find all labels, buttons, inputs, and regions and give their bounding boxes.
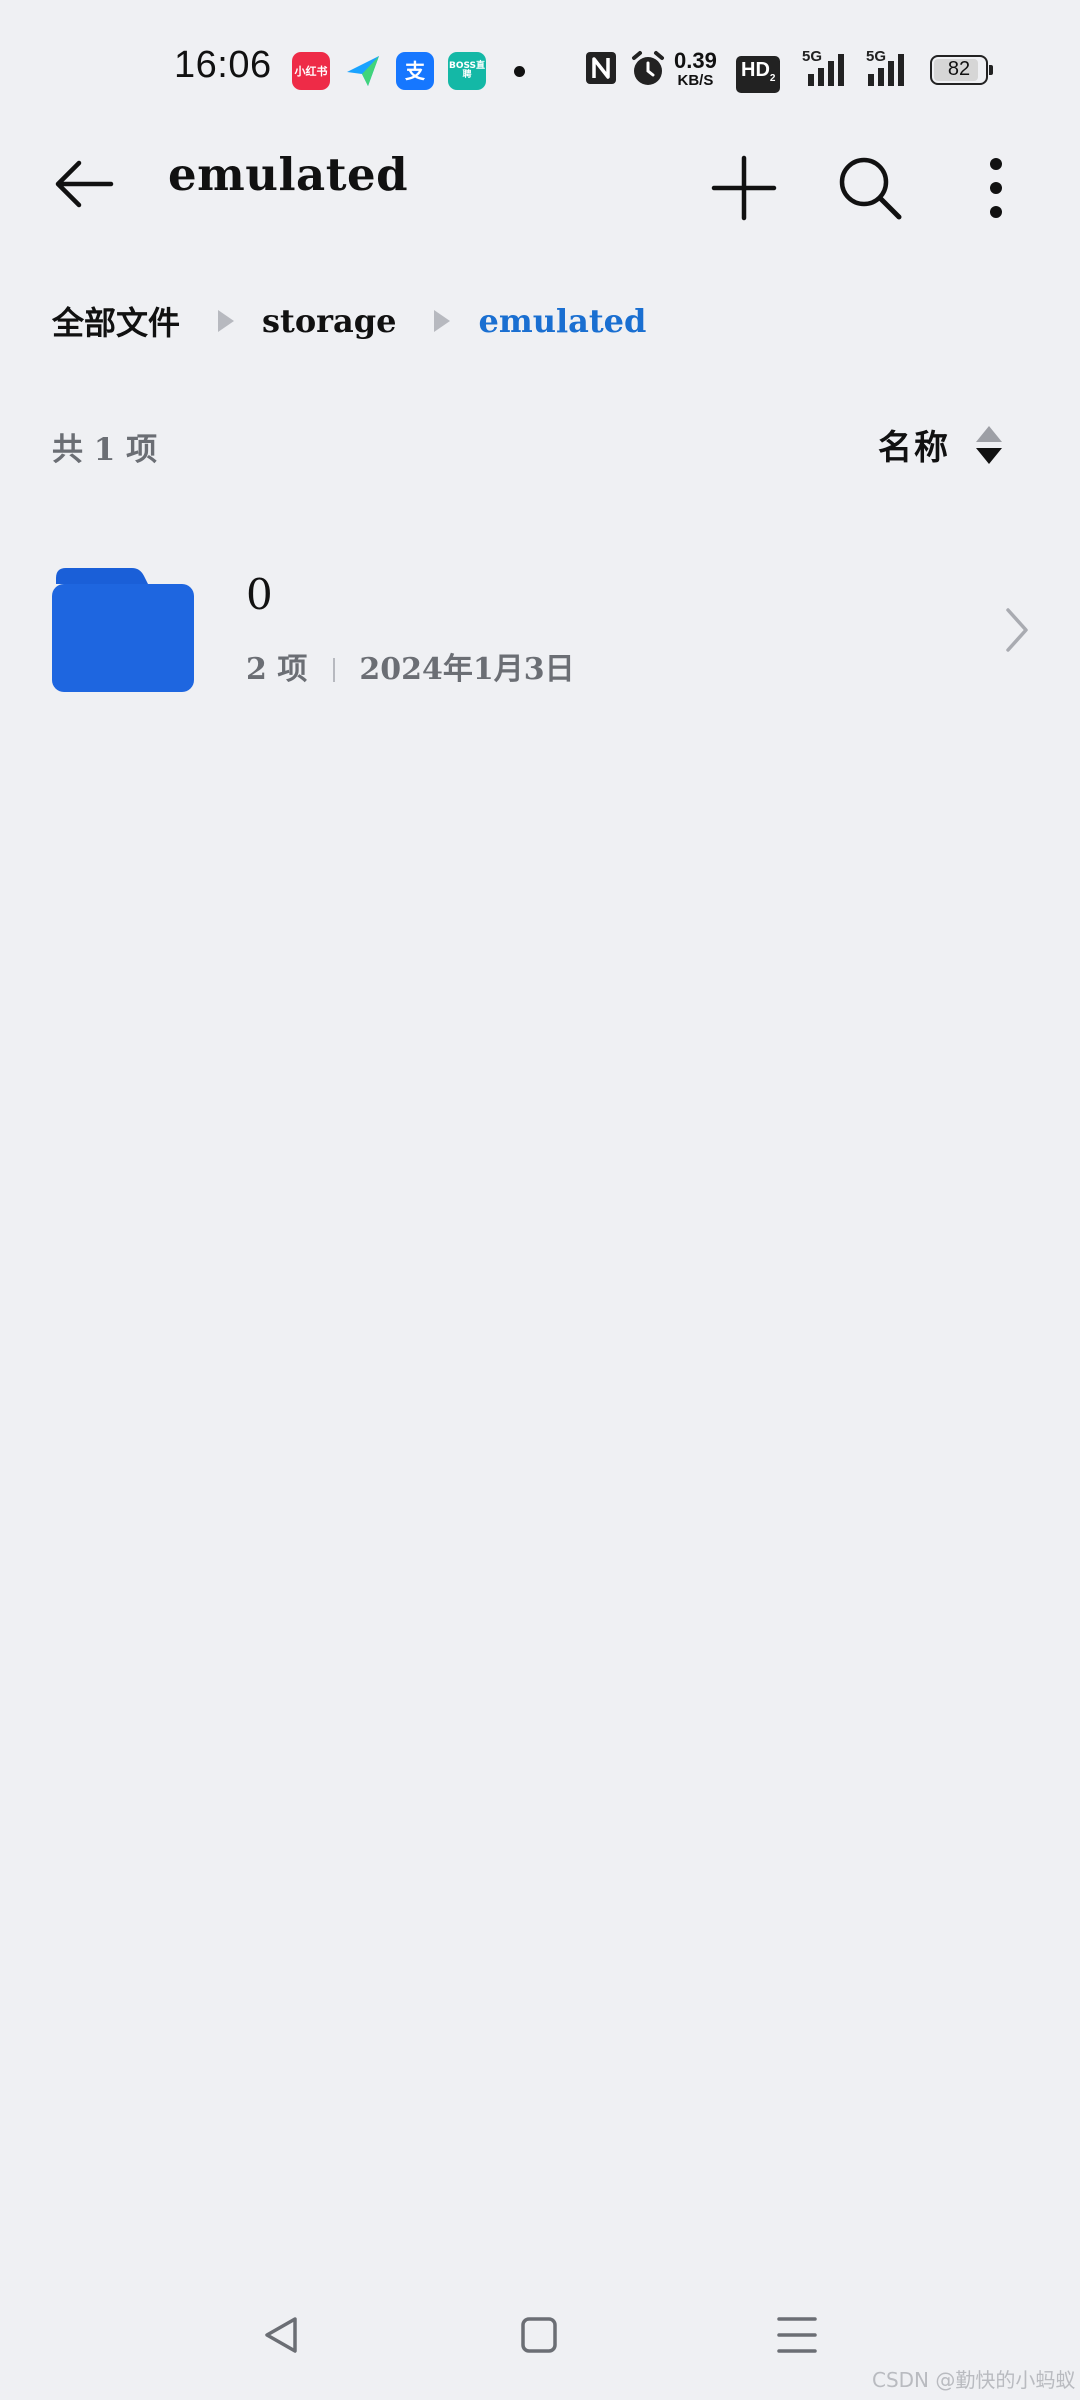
alarm-icon <box>630 50 666 92</box>
sort-button[interactable]: 名称 <box>878 420 1002 469</box>
sort-arrows-icon <box>976 425 1002 464</box>
hd-volte-icon: HD2 <box>736 56 781 93</box>
arrow-left-icon <box>55 160 114 208</box>
watermark: CSDN @勤快的小蚂蚁 <box>872 2368 1076 2392</box>
item-count-label: 共 1 项 <box>52 432 158 468</box>
more-options-button[interactable] <box>952 144 1040 232</box>
sort-down-icon <box>976 447 1002 464</box>
sort-label: 名称 <box>878 428 950 468</box>
status-bar: 16:06 小红书 支 BOSS直聘 0.39 KB/S HD2 5G 5G 8… <box>0 0 1080 140</box>
breadcrumb-all-files[interactable]: 全部文件 <box>52 298 180 344</box>
battery-level: 82 <box>947 58 971 80</box>
lines-menu-icon <box>777 2317 817 2353</box>
add-button[interactable] <box>700 144 788 232</box>
breadcrumb-separator-icon <box>434 310 451 332</box>
network-speed-value: 0.39 <box>674 48 717 73</box>
signal-5g-icon: 5G <box>794 48 852 92</box>
breadcrumb-separator-icon <box>218 310 235 332</box>
network-speed-unit: KB/S <box>677 72 714 89</box>
square-home-icon <box>521 2317 557 2353</box>
notification-dot-icon <box>514 66 525 77</box>
triangle-back-icon <box>265 2317 297 2353</box>
paper-plane-icon <box>344 52 382 90</box>
file-date: 2024年1月3日 <box>359 652 575 687</box>
page-title: emulated <box>168 148 409 201</box>
search-icon <box>839 157 902 220</box>
status-time: 16:06 <box>174 44 272 86</box>
nav-back-button[interactable] <box>236 2290 326 2380</box>
xiaohongshu-icon: 小红书 <box>292 52 330 90</box>
breadcrumb-emulated[interactable]: emulated <box>478 302 646 340</box>
back-button[interactable] <box>40 140 128 228</box>
file-list-item[interactable]: 0 2 项 2024年1月3日 <box>0 540 1080 720</box>
nfc-icon <box>584 50 618 90</box>
chevron-right-icon <box>1000 604 1034 660</box>
file-item-count: 2 项 <box>246 652 308 687</box>
file-meta: 2 项 2024年1月3日 <box>246 644 575 688</box>
folder-icon <box>50 564 196 698</box>
network-speed: 0.39 KB/S <box>674 48 717 89</box>
battery-icon: 82 <box>930 55 993 85</box>
nav-home-button[interactable] <box>494 2290 584 2380</box>
search-button[interactable] <box>826 144 914 232</box>
plus-icon <box>711 155 777 221</box>
file-name: 0 <box>246 570 273 619</box>
meta-divider <box>333 658 336 682</box>
app-bar: emulated <box>0 140 1080 250</box>
boss-zhipin-icon: BOSS直聘 <box>448 52 486 90</box>
screen: 16:06 小红书 支 BOSS直聘 0.39 KB/S HD2 5G 5G 8… <box>0 0 1080 2400</box>
sort-up-icon <box>976 425 1002 442</box>
signal-5g-icon-2: 5G <box>860 48 918 92</box>
breadcrumb: 全部文件 storage emulated <box>52 296 646 346</box>
alipay-icon: 支 <box>396 52 434 90</box>
nav-recents-button[interactable] <box>752 2290 842 2380</box>
more-vertical-icon <box>990 158 1002 218</box>
breadcrumb-storage[interactable]: storage <box>262 302 396 340</box>
